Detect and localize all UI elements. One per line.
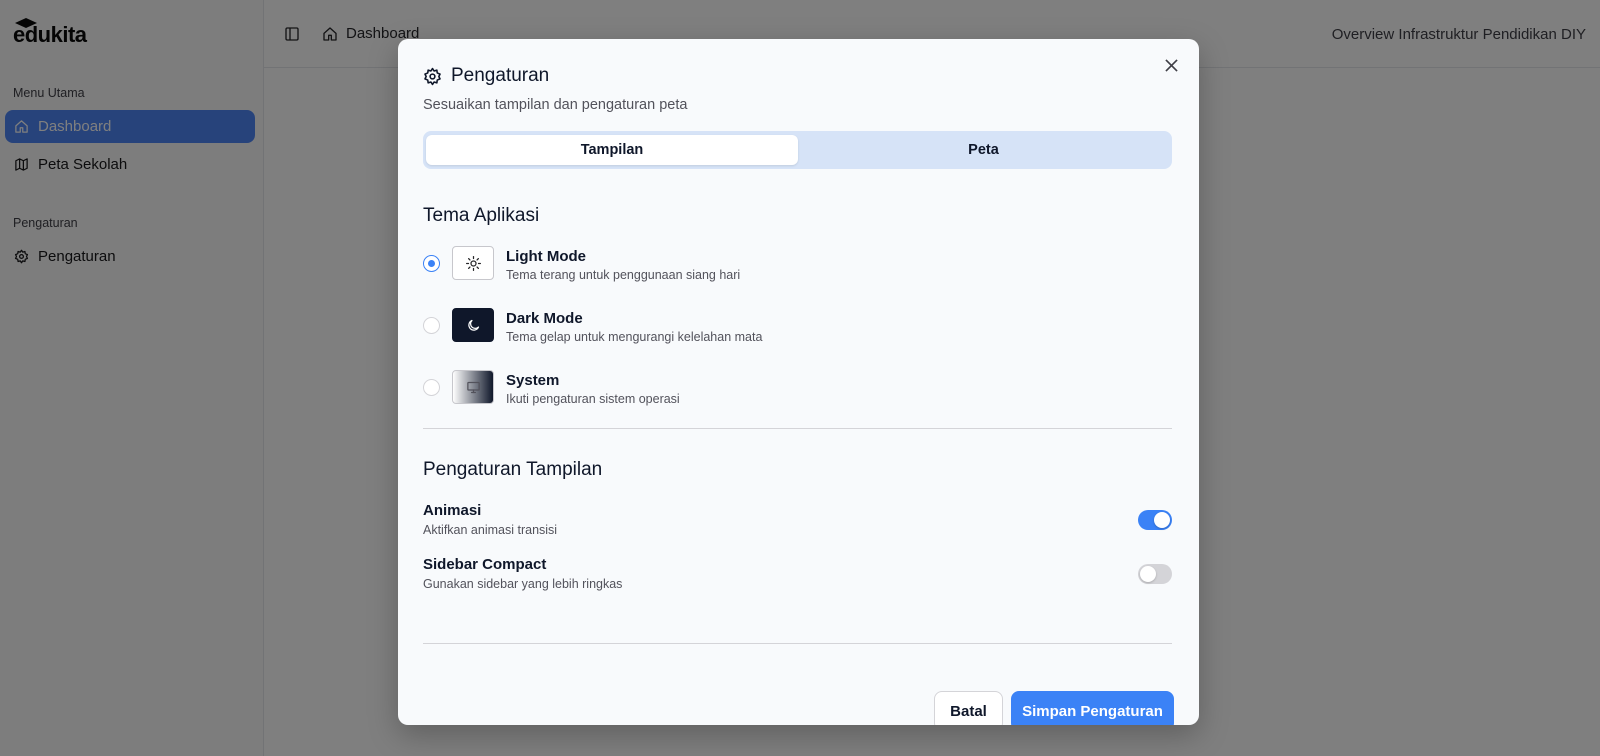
save-settings-button[interactable]: Simpan Pengaturan [1011,691,1174,725]
theme-option-label: Light Mode [506,248,586,265]
gear-icon [424,67,441,85]
setting-label: Animasi [423,502,482,519]
dialog-subtitle: Sesuaikan tampilan dan pengaturan peta [423,97,688,113]
setting-desc: Aktifkan animasi transisi [423,523,558,537]
tab-tampilan[interactable]: Tampilan [426,135,798,165]
radio-system[interactable] [423,379,440,396]
radio-dark-mode[interactable] [423,317,440,334]
setting-animasi: Animasi Aktifkan animasi transisi [423,502,1172,542]
theme-option-label: Dark Mode [506,310,583,327]
dialog-title-text: Pengaturan [451,65,550,86]
theme-option-desc: Tema gelap untuk mengurangi kelelahan ma… [506,330,763,344]
section-divider [423,428,1172,429]
theme-option-light[interactable]: Light Mode Tema terang untuk penggunaan … [423,246,1172,286]
moon-icon [467,319,479,331]
settings-tabs: Tampilan Peta [423,131,1172,169]
cancel-button[interactable]: Batal [934,691,1003,725]
close-button[interactable] [1161,55,1181,75]
setting-sidebar-compact: Sidebar Compact Gunakan sidebar yang leb… [423,556,1172,596]
sidebar-compact-toggle[interactable] [1138,564,1172,584]
theme-option-desc: Ikuti pengaturan sistem operasi [506,392,680,406]
theme-option-dark[interactable]: Dark Mode Tema gelap untuk mengurangi ke… [423,308,1172,348]
animasi-toggle[interactable] [1138,510,1172,530]
theme-option-label: System [506,372,560,389]
theme-option-system[interactable]: System Ikuti pengaturan sistem operasi [423,370,1172,410]
theme-thumb-light [452,246,494,280]
sun-icon [465,255,481,271]
setting-label: Sidebar Compact [423,556,547,573]
setting-desc: Gunakan sidebar yang lebih ringkas [423,577,623,591]
footer-divider [423,643,1172,644]
theme-thumb-dark [452,308,494,342]
settings-dialog: Pengaturan Sesuaikan tampilan dan pengat… [398,39,1199,725]
theme-option-desc: Tema terang untuk penggunaan siang hari [506,268,741,282]
section-title-display: Pengaturan Tampilan [423,459,603,480]
tab-peta[interactable]: Peta [798,135,1169,165]
section-title-theme: Tema Aplikasi [423,205,540,226]
dialog-title: Pengaturan [423,65,549,87]
radio-light-mode[interactable] [423,255,440,272]
monitor-icon [466,381,480,393]
close-icon [1164,58,1178,72]
theme-thumb-system [452,370,494,404]
